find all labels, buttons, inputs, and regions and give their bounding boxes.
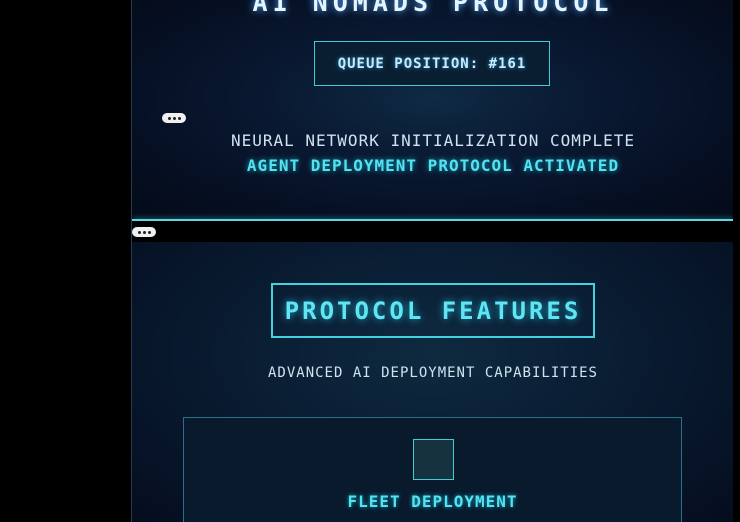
features-title-box: PROTOCOL FEATURES [271,283,595,338]
status-line-activated: AGENT DEPLOYMENT PROTOCOL ACTIVATED [246,156,620,175]
more-options-icon [167,116,171,120]
features-title: PROTOCOL FEATURES [284,296,582,325]
more-options-icon [137,230,141,234]
right-gutter [733,0,740,522]
more-options-button-2[interactable] [132,227,156,237]
feature-card-title: FLEET DEPLOYMENT [347,492,518,511]
separator-strip [132,221,734,242]
landing-page: AI NOMADS PROTOCOL QUEUE POSITION: #161 … [131,0,734,522]
hero-section: AI NOMADS PROTOCOL QUEUE POSITION: #161 … [132,0,734,219]
features-subtitle: ADVANCED AI DEPLOYMENT CAPABILITIES [267,365,598,381]
left-gutter [0,0,131,522]
features-section: PROTOCOL FEATURES ADVANCED AI DEPLOYMENT… [132,242,734,522]
status-line-initialization: NEURAL NETWORK INITIALIZATION COMPLETE [230,131,636,150]
feature-card-fleet-deployment: FLEET DEPLOYMENT [183,417,682,522]
queue-position-label: QUEUE POSITION: #161 [337,55,527,72]
square-icon [413,439,454,480]
queue-position-box: QUEUE POSITION: #161 [314,41,550,86]
more-options-button[interactable] [162,113,186,123]
hero-title: AI NOMADS PROTOCOL [252,0,614,17]
